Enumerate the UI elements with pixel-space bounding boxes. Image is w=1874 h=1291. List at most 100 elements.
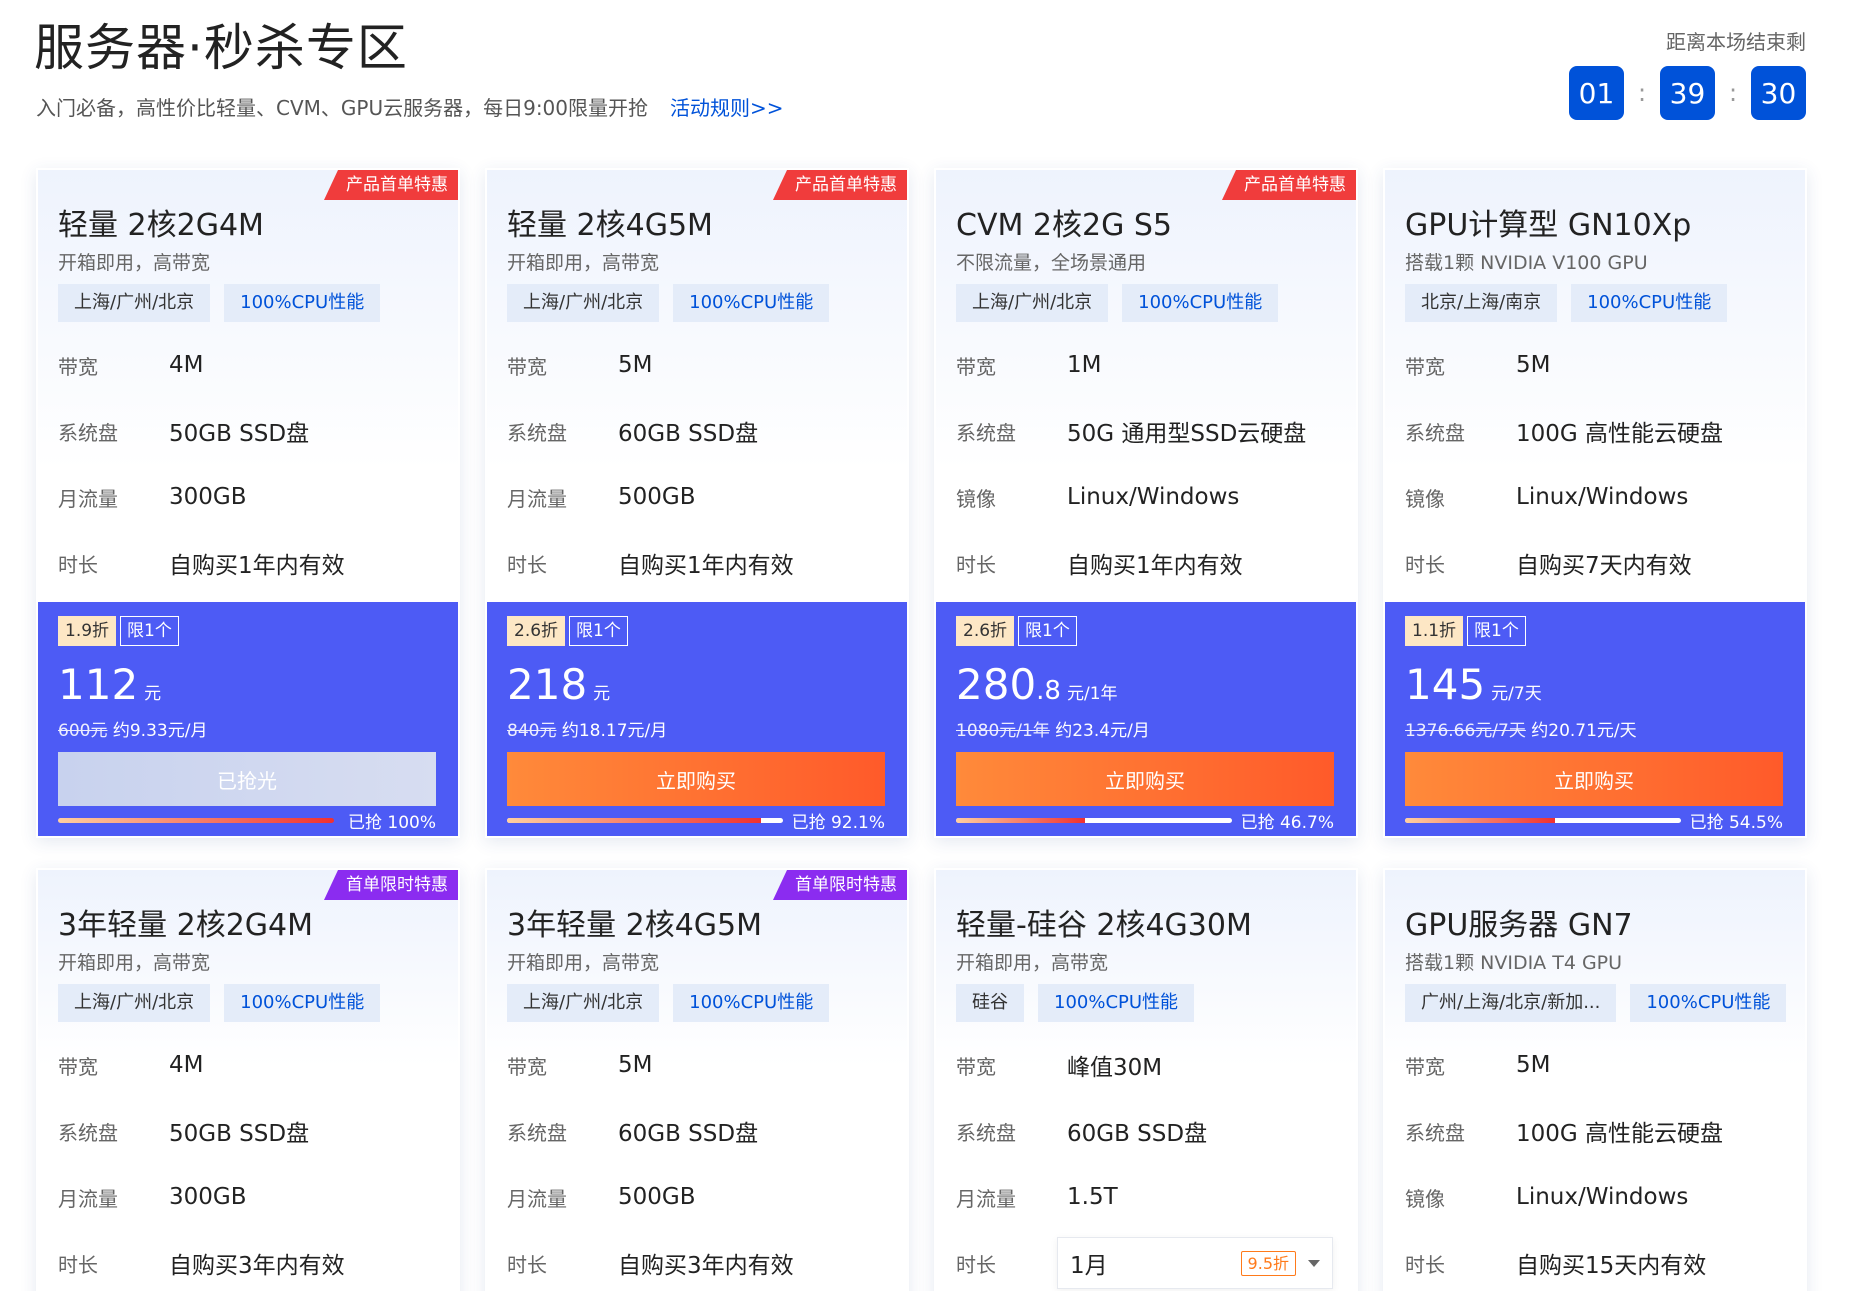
monthly-price: 约18.17元/月 — [561, 721, 668, 741]
spec-value: 自购买3年内有效 — [169, 1253, 345, 1279]
spec-row: 系统盘 50GB SSD盘 — [58, 398, 442, 464]
original-price: 600元 — [58, 721, 108, 741]
price-panel: 1.9折 限1个 112 元 600元 约9.33元/月 已抢光 已抢 100% — [38, 602, 458, 836]
product-title: 轻量-硅谷 2核4G30M — [956, 908, 1252, 943]
price-unit: 元 — [593, 684, 611, 704]
cpu-tag: 100%CPU性能 — [1122, 284, 1279, 322]
tag-list: 上海/广州/北京 100%CPU性能 — [58, 284, 381, 322]
spec-row: 镜像 Linux/Windows — [956, 464, 1340, 530]
product-description: 开箱即用，高带宽 — [507, 252, 660, 274]
sales-progress-text: 已抢 92.1% — [791, 813, 885, 833]
product-description: 开箱即用，高带宽 — [58, 252, 211, 274]
promo-ribbon: 产品首单特惠 — [1222, 170, 1356, 200]
spec-value: 5M — [618, 1052, 653, 1078]
region-tag: 上海/广州/北京 — [507, 984, 660, 1022]
sales-progress-bar — [507, 818, 783, 823]
spec-label: 时长 — [1405, 552, 1445, 577]
discount-badge: 2.6折 — [507, 616, 566, 646]
duration-discount-badge: 9.5折 — [1240, 1251, 1296, 1276]
price-detail: 600元 约9.33元/月 — [58, 716, 207, 741]
sales-progress-fill — [1405, 818, 1556, 823]
monthly-price: 约9.33元/月 — [112, 721, 208, 741]
cpu-tag: 100%CPU性能 — [1571, 284, 1728, 322]
product-description: 不限流量，全场景通用 — [956, 252, 1147, 274]
spec-label: 带宽 — [1405, 354, 1445, 379]
spec-row: 系统盘 60GB SSD盘 — [507, 1098, 891, 1164]
product-description: 搭载1颗 NVIDIA T4 GPU — [1405, 952, 1623, 974]
product-card: 首单限时特惠 3年轻量 2核4G5M 开箱即用，高带宽 上海/广州/北京 100… — [485, 868, 909, 1291]
spec-row: 月流量 1.5T — [956, 1164, 1340, 1230]
product-title: CVM 2核2G S5 — [956, 208, 1172, 243]
price-decimal: .8 — [1036, 676, 1061, 706]
product-title: 3年轻量 2核4G5M — [507, 908, 763, 943]
spec-row: 系统盘 50G 通用型SSD云硬盘 — [956, 398, 1340, 464]
buy-now-button[interactable]: 立即购买 — [1405, 752, 1783, 806]
flash-sale-page: 服务器·秒杀专区 入门必备，高性价比轻量、CVM、GPU云服务器，每日9:00限… — [0, 0, 1874, 1291]
product-card: 产品首单特惠 CVM 2核2G S5 不限流量，全场景通用 上海/广州/北京 1… — [934, 168, 1358, 838]
product-title: 轻量 2核2G4M — [58, 208, 264, 243]
countdown-separator: : — [1637, 79, 1647, 107]
spec-row: 时长 自购买3年内有效 — [507, 1230, 891, 1291]
product-card: GPU服务器 GN7 搭载1颗 NVIDIA T4 GPU 广州/上海/北京/新… — [1383, 868, 1807, 1291]
price-amount: 280 — [956, 660, 1037, 709]
spec-row: 系统盘 50GB SSD盘 — [58, 1098, 442, 1164]
spec-value: 峰值30M — [1067, 1055, 1163, 1081]
promo-ribbon: 首单限时特惠 — [773, 870, 907, 900]
spec-label: 月流量 — [58, 486, 118, 511]
promo-ribbon: 产品首单特惠 — [324, 170, 458, 200]
spec-row: 带宽 5M — [507, 1032, 891, 1098]
region-tag: 硅谷 — [956, 984, 1024, 1022]
sales-progress-text: 已抢 46.7% — [1240, 813, 1334, 833]
spec-label: 时长 — [956, 1252, 996, 1277]
product-description: 开箱即用，高带宽 — [956, 952, 1109, 974]
spec-label: 带宽 — [956, 1054, 996, 1079]
sales-progress-bar — [58, 818, 334, 823]
sold-out-button[interactable]: 已抢光 — [58, 752, 436, 806]
spec-value: Linux/Windows — [1516, 484, 1689, 510]
spec-row: 月流量 300GB — [58, 1164, 442, 1230]
price-detail: 840元 约18.17元/月 — [507, 716, 667, 741]
duration-select[interactable]: 1月 9.5折 — [1057, 1237, 1333, 1289]
sales-progress-fill — [956, 818, 1085, 823]
spec-label: 带宽 — [58, 1054, 98, 1079]
buy-now-button[interactable]: 立即购买 — [956, 752, 1334, 806]
spec-row: 镜像 Linux/Windows — [1405, 464, 1789, 530]
spec-label: 镜像 — [1405, 486, 1445, 511]
spec-value: 300GB — [169, 1184, 247, 1210]
badge-row: 1.1折 限1个 — [1405, 616, 1526, 646]
activity-rules-link[interactable]: 活动规则>> — [670, 96, 784, 120]
sales-progress-text: 已抢 54.5% — [1689, 813, 1783, 833]
spec-label: 系统盘 — [956, 420, 1016, 445]
spec-label: 月流量 — [58, 1186, 118, 1211]
spec-label: 时长 — [58, 552, 98, 577]
region-tag: 上海/广州/北京 — [58, 284, 211, 322]
spec-row: 带宽 峰值30M — [956, 1032, 1340, 1098]
original-price: 840元 — [507, 721, 557, 741]
cpu-tag: 100%CPU性能 — [1630, 984, 1787, 1022]
spec-value: 4M — [169, 352, 204, 378]
price: 112 元 — [58, 660, 161, 709]
spec-label: 系统盘 — [1405, 420, 1465, 445]
spec-row: 带宽 5M — [1405, 1032, 1789, 1098]
buy-now-button[interactable]: 立即购买 — [507, 752, 885, 806]
sales-progress-fill — [58, 818, 334, 823]
cpu-tag: 100%CPU性能 — [673, 984, 830, 1022]
monthly-price: 约20.71元/天 — [1531, 721, 1637, 741]
region-tag: 上海/广州/北京 — [956, 284, 1109, 322]
spec-value: 50GB SSD盘 — [169, 1121, 310, 1147]
promo-ribbon: 首单限时特惠 — [324, 870, 458, 900]
spec-row: 时长 自购买3年内有效 — [58, 1230, 442, 1291]
countdown-minutes: 39 — [1660, 66, 1715, 120]
price: 145 元/7天 — [1405, 660, 1542, 709]
original-price: 1080元/1年 — [956, 721, 1050, 741]
sales-progress-text: 已抢 100% — [347, 813, 436, 833]
product-title: 轻量 2核4G5M — [507, 208, 713, 243]
spec-list: 带宽 5M 系统盘 100G 高性能云硬盘 镜像 Linux/Windows 时长 自购… — [1405, 332, 1789, 596]
chevron-down-icon — [1308, 1260, 1320, 1267]
spec-row: 月流量 500GB — [507, 464, 891, 530]
spec-row: 时长 自购买7天内有效 — [1405, 530, 1789, 596]
countdown-label: 距离本场结束剩 — [1666, 30, 1806, 54]
tag-list: 硅谷 100%CPU性能 — [956, 984, 1195, 1022]
spec-row: 时长 1月 9.5折 — [956, 1230, 1340, 1291]
spec-label: 时长 — [956, 552, 996, 577]
